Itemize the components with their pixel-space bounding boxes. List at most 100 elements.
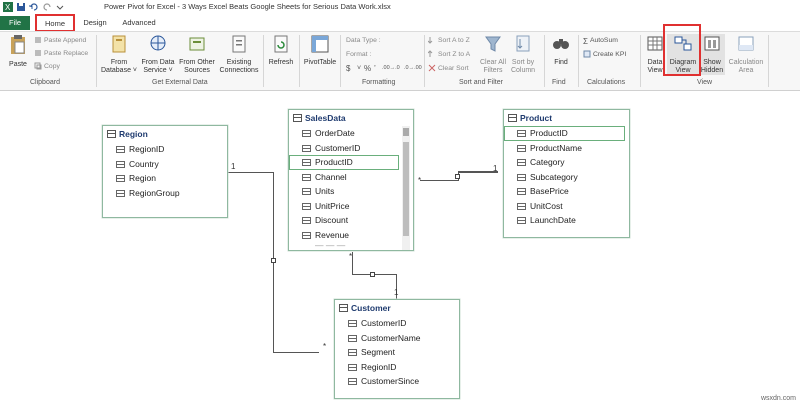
field-item[interactable]: BasePrice [504,184,629,199]
table-title[interactable]: Customer [335,300,459,316]
field-item[interactable]: RegionGroup [103,186,227,201]
field-item[interactable]: Channel [289,170,413,185]
relationship-midpoint-handle[interactable] [455,174,460,179]
find-label: Find [554,59,568,66]
undo-icon[interactable] [29,2,39,12]
separator [263,35,264,87]
autosum-button[interactable]: Σ AutoSum [583,35,618,46]
sort-by-column-button[interactable]: Sort by Column [508,34,538,75]
clear-all-filters-label-1: Clear All [479,59,507,66]
comma-button[interactable]: ’ [374,63,376,74]
customize-toolbar-icon[interactable] [55,2,65,12]
field-label: CustomerID [361,318,407,328]
relationship-line[interactable] [458,171,498,173]
tab-design[interactable]: Design [79,16,111,30]
sort-a-to-z-button[interactable]: Sort A to Z [427,35,470,46]
sort-za-label: Sort Z to A [438,51,471,58]
field-item-selected[interactable]: ProductID [504,126,625,141]
field-item[interactable]: Revenue [289,228,413,243]
field-item[interactable]: OrderDate [289,126,413,141]
binoculars-icon [548,34,574,57]
field-item[interactable]: Country [103,157,227,172]
field-item[interactable]: ProductName [504,141,629,156]
from-database-button[interactable]: From Database ˅ [99,34,139,75]
relationship-line[interactable] [273,352,319,353]
table-salesdata[interactable]: SalesData OrderDate CustomerID ProductID… [288,109,414,251]
field-item[interactable]: Discount [289,213,413,228]
calculation-area-button[interactable]: Calculation Area [726,34,766,75]
field-item[interactable]: CustomerID [335,316,459,331]
copy-button[interactable]: Copy [34,61,60,72]
field-label: CustomerSince [361,376,420,386]
paste-replace-button[interactable]: Paste Replace [34,48,88,59]
relationship-many-label: * [349,252,353,261]
table-title[interactable]: SalesData [289,110,413,126]
field-item[interactable]: RegionID [335,360,459,375]
field-item[interactable]: CustomerID [289,141,413,156]
column-icon [302,231,311,239]
field-label: RegionID [361,361,397,372]
currency-button[interactable]: $ [346,63,350,74]
field-item-selected[interactable]: ProductID [289,155,399,170]
relationship-line[interactable] [352,252,353,274]
paste-button[interactable]: Paste [4,34,32,69]
clear-all-filters-button[interactable]: Clear All Filters [478,34,508,75]
from-other-sources-button[interactable]: From Other Sources [177,34,217,75]
table-product[interactable]: Product ProductID ProductName Category S… [503,109,630,238]
find-button[interactable]: Find [548,34,574,67]
table-title[interactable]: Region [103,126,227,142]
currency-dropdown-icon[interactable]: ˅ [357,63,361,74]
existing-connections-label-1: Existing [226,59,252,66]
field-item[interactable]: LaunchDate [504,213,629,228]
relationship-line[interactable] [228,172,274,173]
create-kpi-button[interactable]: Create KPI [583,49,626,60]
field-item[interactable]: Subcategory [504,170,629,185]
field-item[interactable]: UnitCost [504,199,629,214]
percent-button[interactable]: % [364,63,371,74]
scroll-thumb[interactable] [403,142,409,236]
table-customer[interactable]: Customer CustomerID CustomerName Segment… [334,299,460,399]
show-hidden-icon [699,34,725,57]
format-dropdown[interactable]: Format : [346,49,371,60]
table-title[interactable]: Product [504,110,629,126]
field-item[interactable]: CustomerSince [335,374,459,389]
table-region[interactable]: Region RegionID Country Region RegionGro… [102,125,228,218]
paste-append-button[interactable]: Paste Append [34,35,86,46]
scroll-up-arrow[interactable] [403,128,409,136]
increase-decimal-button[interactable]: .00→.0 [382,63,400,74]
field-item[interactable]: UnitPrice [289,199,413,214]
from-data-service-button[interactable]: From Data Service ˅ [139,34,177,75]
separator [299,35,300,87]
show-hidden-label-2: Hidden [700,67,724,74]
tab-file[interactable]: File [0,16,30,30]
sort-az-icon [427,36,436,44]
diagram-canvas[interactable]: 1 * * 1 * 1 Region RegionID Country Regi… [0,92,800,404]
field-item[interactable]: Category [504,155,629,170]
table-icon [107,130,116,138]
field-item[interactable]: CustomerName [335,331,459,346]
decrease-decimal-button[interactable]: .0→.00 [404,63,422,74]
show-hidden-button[interactable]: Show Hidden [699,34,725,75]
relationship-midpoint-handle[interactable] [370,272,375,277]
existing-connections-button[interactable]: Existing Connections [217,34,261,75]
redo-icon[interactable] [42,2,52,12]
table-scrollbar[interactable] [402,126,410,250]
relationship-midpoint-handle[interactable] [271,258,276,263]
connections-icon [217,34,261,57]
tab-home[interactable]: Home [35,14,75,32]
tab-advanced[interactable]: Advanced [117,16,161,30]
refresh-button[interactable]: Refresh [266,34,296,67]
field-label: LaunchDate [530,215,576,225]
relationship-line[interactable] [420,180,458,181]
field-item[interactable]: Units [289,184,413,199]
field-label: ProductName [530,142,582,153]
data-type-dropdown[interactable]: Data Type : [346,35,381,46]
save-icon[interactable] [16,2,26,12]
field-item[interactable]: Region [103,171,227,186]
field-item[interactable]: Segment [335,345,459,360]
field-item[interactable]: RegionID [103,142,227,157]
clear-sort-button[interactable]: Clear Sort [428,63,469,74]
pivottable-button[interactable]: PivotTable [302,34,338,67]
from-data-service-label-2: Service ˅ [143,67,173,74]
sort-z-to-a-button[interactable]: Sort Z to A [427,49,471,60]
